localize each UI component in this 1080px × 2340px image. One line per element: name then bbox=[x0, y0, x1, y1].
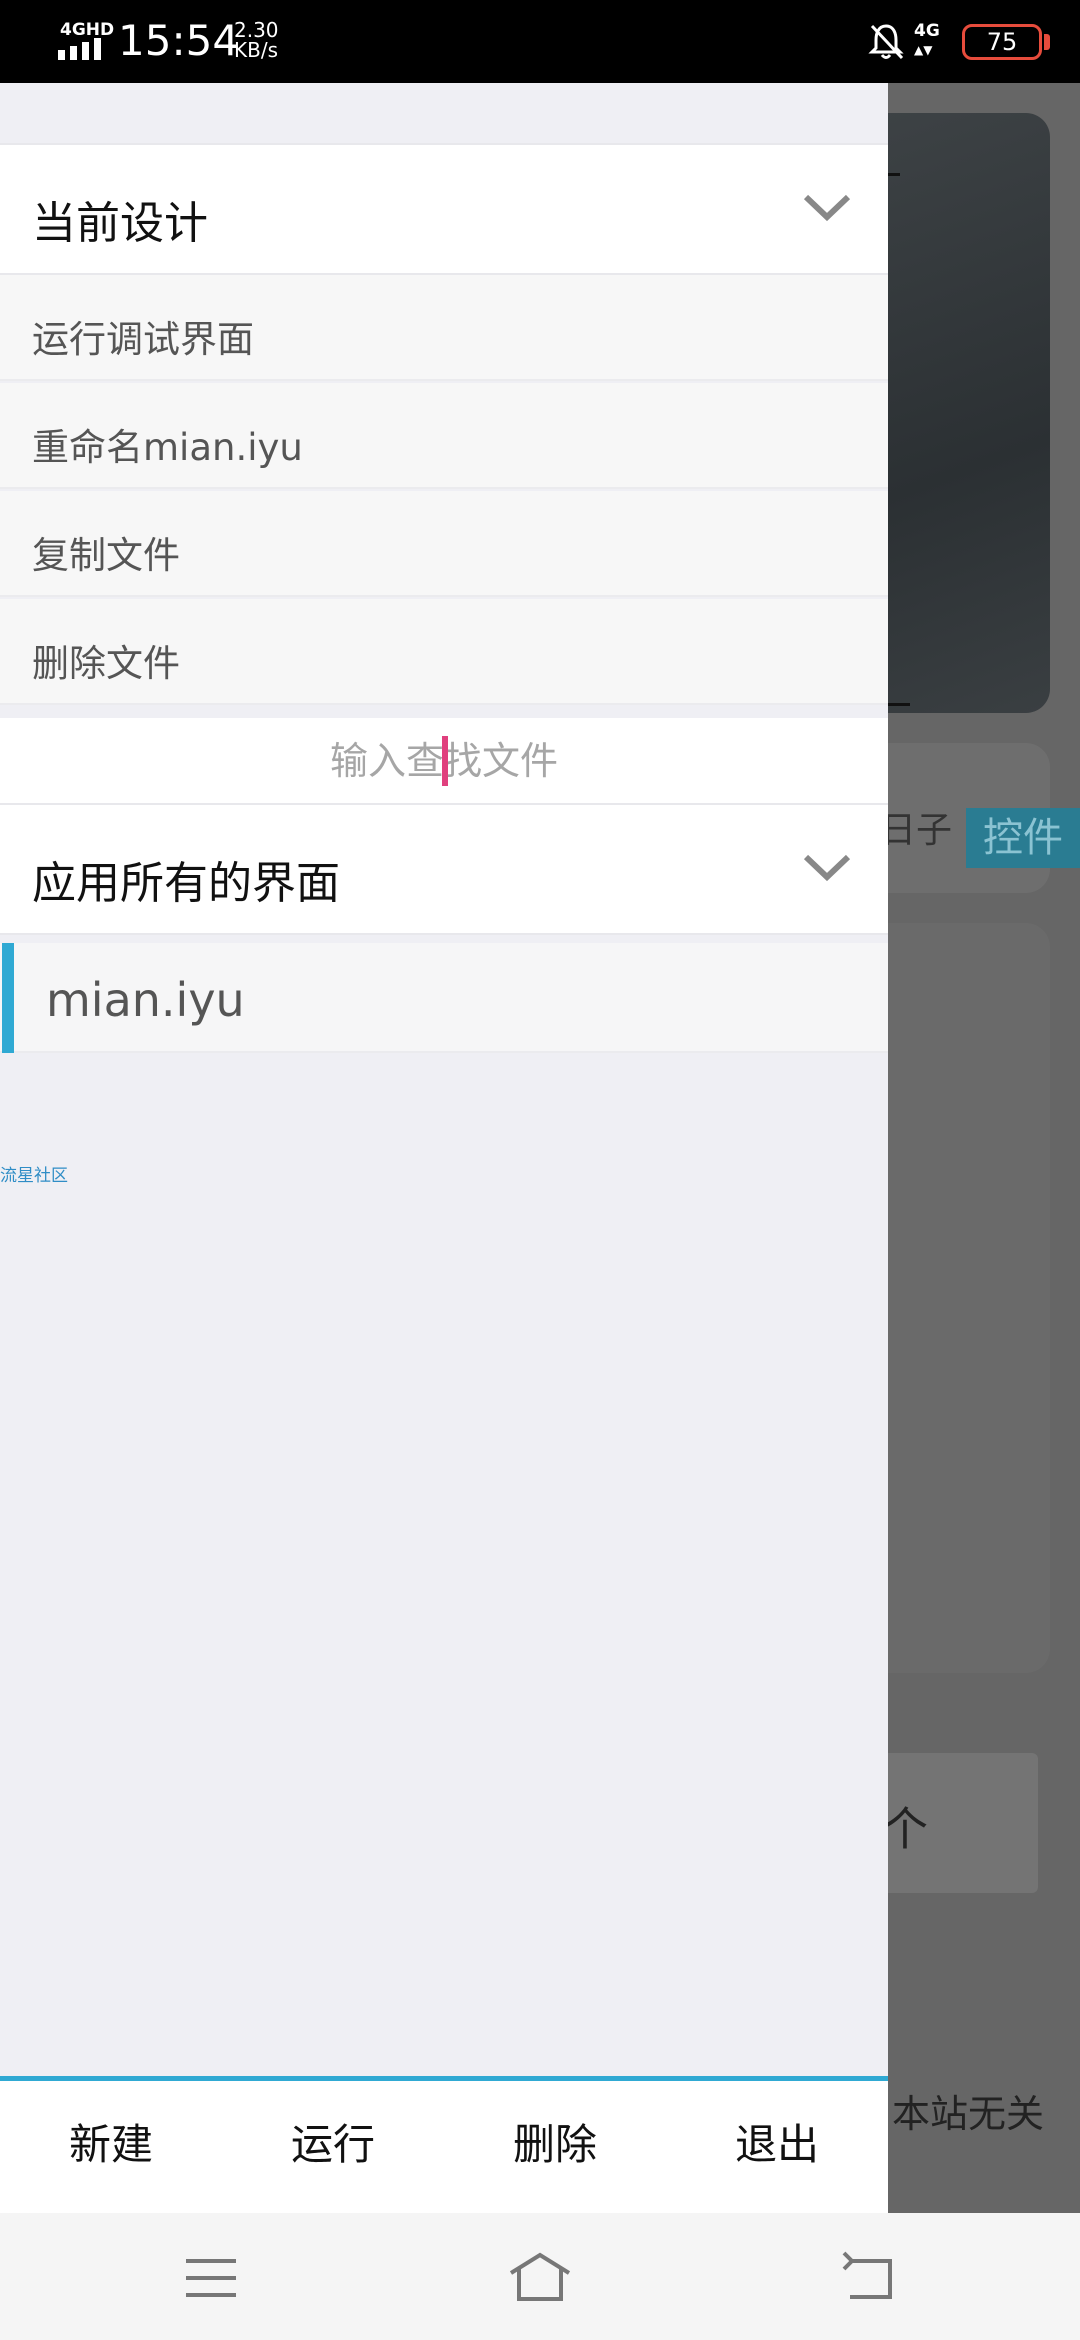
exit-button[interactable]: 退出 bbox=[666, 2081, 888, 2213]
all-screens-header[interactable]: 应用所有的界面 bbox=[0, 803, 888, 935]
file-drawer: 当前设计 运行调试界面 重命名mian.iyu 复制文件 删除文件 应用所有的界… bbox=[0, 83, 888, 2213]
bell-muted-icon bbox=[868, 24, 904, 60]
background-control-label: 控件 bbox=[966, 808, 1080, 868]
text-cursor bbox=[442, 736, 448, 786]
background-footer-text: 本站无关 bbox=[892, 2092, 1045, 2136]
bottom-action-bar: 新建 运行 删除 退出 bbox=[0, 2076, 888, 2213]
battery-icon: 75 bbox=[962, 24, 1042, 60]
mobile-data-indicator: 4G ▲▼ bbox=[914, 21, 940, 57]
delete-button[interactable]: 删除 bbox=[444, 2081, 666, 2213]
search-row bbox=[0, 718, 888, 803]
network-type: 4GHD bbox=[60, 20, 115, 40]
chevron-down-icon[interactable] bbox=[802, 847, 852, 887]
battery-tip bbox=[1044, 34, 1050, 50]
run-button[interactable]: 运行 bbox=[222, 2081, 444, 2213]
current-design-title: 当前设计 bbox=[32, 198, 208, 249]
system-nav-bar bbox=[0, 2213, 1080, 2340]
file-item-selected[interactable]: mian.iyu bbox=[0, 943, 888, 1053]
new-button[interactable]: 新建 bbox=[0, 2081, 222, 2213]
menu-item-delete-file[interactable]: 删除文件 bbox=[0, 599, 888, 705]
menu-item-rename[interactable]: 重命名mian.iyu bbox=[0, 383, 888, 489]
home-icon[interactable] bbox=[505, 2243, 575, 2313]
menu-icon[interactable] bbox=[176, 2243, 246, 2313]
menu-item-copy-file[interactable]: 复制文件 bbox=[0, 491, 888, 597]
clock: 15:54 bbox=[118, 16, 240, 65]
back-icon[interactable] bbox=[834, 2243, 904, 2313]
signal-icon: 4GHD bbox=[58, 20, 114, 60]
chevron-down-icon[interactable] bbox=[802, 187, 852, 227]
status-bar: 4GHD 15:54 2.30 KB/s 4G ▲▼ 75 bbox=[0, 0, 1080, 83]
all-screens-title: 应用所有的界面 bbox=[32, 858, 340, 909]
current-design-header[interactable]: 当前设计 bbox=[0, 143, 888, 275]
watermark: 流星社区 bbox=[0, 1166, 68, 1186]
selection-indicator bbox=[2, 943, 14, 1053]
menu-item-run-debug[interactable]: 运行调试界面 bbox=[0, 275, 888, 381]
network-speed: 2.30 KB/s bbox=[234, 18, 279, 62]
